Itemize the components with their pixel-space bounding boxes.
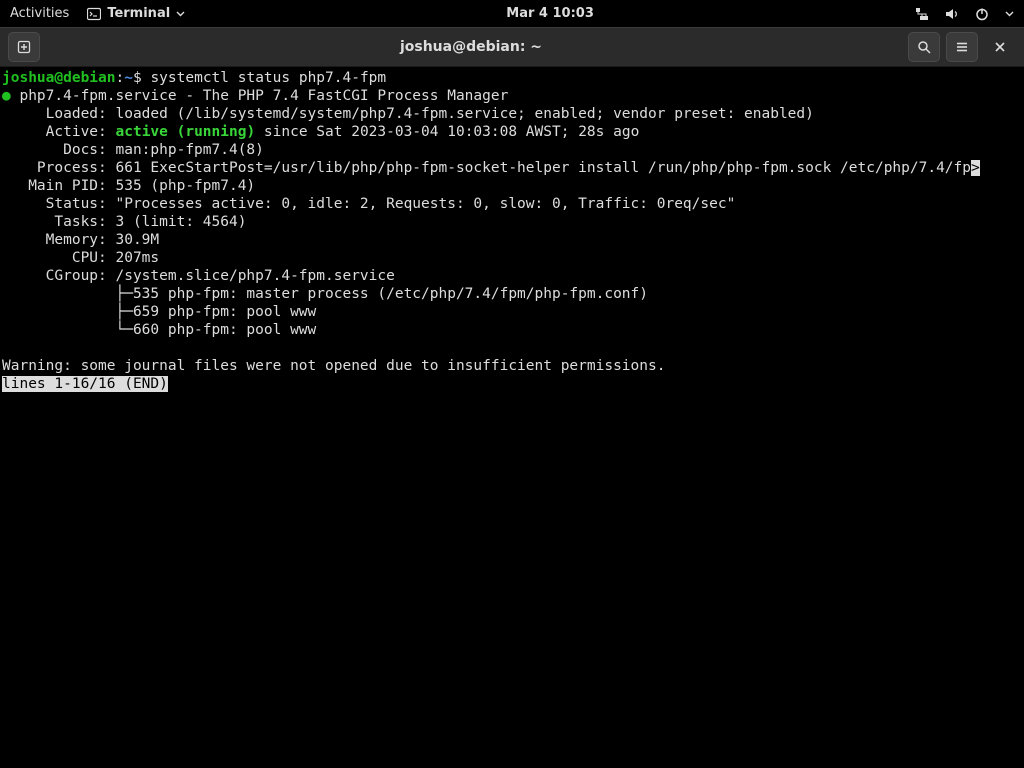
status-bullet: ● (2, 88, 11, 104)
app-menu[interactable]: Terminal (87, 6, 185, 21)
tasks-line: Tasks: 3 (limit: 4564) (2, 214, 246, 230)
new-tab-button[interactable] (8, 32, 40, 62)
memory-line: Memory: 30.9M (2, 232, 159, 248)
chevron-down-icon (1005, 9, 1014, 18)
loaded-line: Loaded: loaded (/lib/systemd/system/php7… (2, 106, 814, 122)
volume-icon (945, 7, 959, 21)
command-text: systemctl status php7.4-fpm (150, 70, 386, 86)
search-button[interactable] (908, 32, 940, 62)
window-title: joshua@debian: ~ (400, 39, 542, 55)
power-icon (975, 7, 989, 21)
gnome-top-panel: Activities Terminal Mar 4 10:03 (0, 0, 1024, 27)
terminal-icon (87, 7, 101, 21)
prompt-sep: : (116, 70, 125, 86)
network-icon (915, 7, 929, 21)
new-tab-icon (17, 40, 31, 54)
terminal-header-bar: joshua@debian: ~ (0, 27, 1024, 67)
status-line: Status: "Processes active: 0, idle: 2, R… (2, 196, 735, 212)
activities-button[interactable]: Activities (10, 6, 69, 21)
journal-warning: Warning: some journal files were not ope… (2, 358, 665, 374)
close-button[interactable] (984, 32, 1016, 62)
cgroup-proc-1: ├─535 php-fpm: master process (/etc/php/… (2, 286, 648, 302)
prompt-cwd: ~ (124, 70, 133, 86)
terminal-output[interactable]: joshua@debian:~$ systemctl status php7.4… (0, 67, 1024, 768)
process-line: Process: 661 ExecStartPost=/usr/lib/php/… (2, 160, 971, 176)
menu-button[interactable] (946, 32, 978, 62)
pager-status: lines 1-16/16 (END) (2, 376, 168, 392)
app-menu-label: Terminal (107, 6, 170, 21)
docs-line: Docs: man:php-fpm7.4(8) (2, 142, 264, 158)
unit-line: php7.4-fpm.service - The PHP 7.4 FastCGI… (11, 88, 509, 104)
clock[interactable]: Mar 4 10:03 (185, 6, 915, 21)
prompt-dollar: $ (133, 70, 150, 86)
active-since: since Sat 2023-03-04 10:03:08 AWST; 28s … (255, 124, 639, 140)
hamburger-icon (955, 40, 969, 54)
search-icon (917, 40, 931, 54)
cgroup-proc-3: └─660 php-fpm: pool www (2, 322, 316, 338)
chevron-down-icon (176, 9, 185, 18)
cgroup-proc-2: ├─659 php-fpm: pool www (2, 304, 316, 320)
mainpid-line: Main PID: 535 (php-fpm7.4) (2, 178, 255, 194)
system-tray[interactable] (915, 7, 1014, 21)
close-icon (994, 41, 1006, 53)
overflow-indicator: > (971, 160, 980, 176)
prompt-user-host: joshua@debian (2, 70, 116, 86)
cgroup-line: CGroup: /system.slice/php7.4-fpm.service (2, 268, 395, 284)
cpu-line: CPU: 207ms (2, 250, 159, 266)
active-label: Active: (2, 124, 116, 140)
active-value: active (running) (116, 124, 256, 140)
